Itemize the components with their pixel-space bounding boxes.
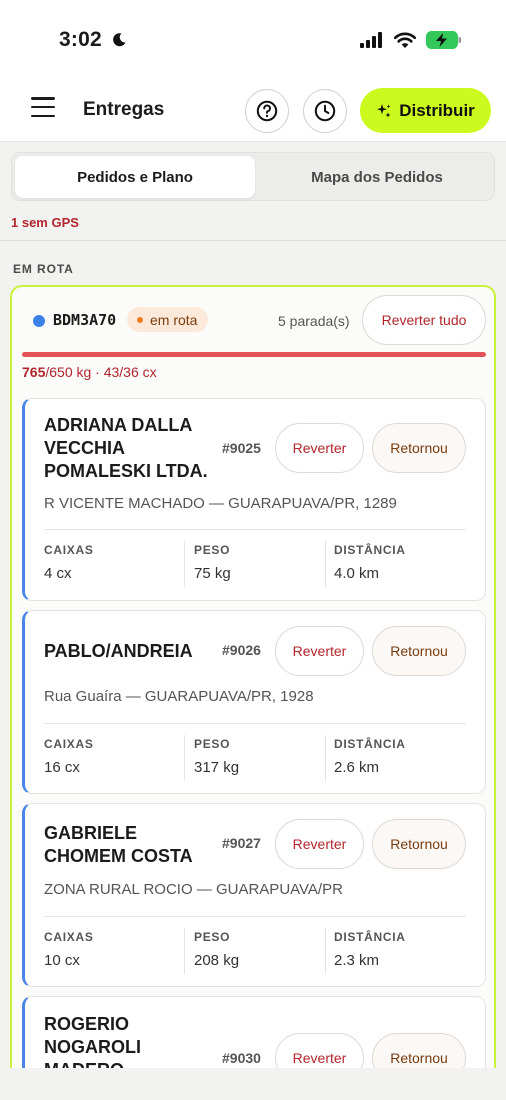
order-id: #9027: [222, 835, 261, 851]
stat-value: 317 kg: [194, 759, 240, 776]
status-time: 3:02: [59, 28, 127, 52]
order-address: R VICENTE MACHADO — GUARAPUAVA/PR, 1289: [44, 495, 397, 512]
bottom-bar: [0, 1068, 506, 1100]
retornou-button[interactable]: Retornou: [372, 423, 466, 473]
order-divider: [44, 723, 466, 724]
stat-value: 4 cx: [44, 565, 72, 582]
help-button[interactable]: [245, 89, 289, 133]
clock-text: 3:02: [59, 28, 102, 51]
tab-mapa-dos-pedidos[interactable]: Mapa dos Pedidos: [261, 156, 493, 198]
status-bar: 3:02: [0, 0, 506, 80]
order-id: #9025: [222, 440, 261, 456]
revert-all-button[interactable]: Reverter tudo: [362, 295, 486, 345]
stat-value: 2.3 km: [334, 952, 380, 969]
divider: [0, 240, 506, 241]
capacity-bar: [22, 352, 486, 357]
stat-caixas: CAIXAS 16 cx: [44, 737, 94, 776]
stat-caixas: CAIXAS 4 cx: [44, 543, 94, 582]
stat-value: 75 kg: [194, 565, 231, 582]
stat-value: 4.0 km: [334, 565, 380, 582]
history-button[interactable]: [303, 89, 347, 133]
stat-divider: [325, 541, 326, 587]
stat-label: PESO: [194, 737, 231, 751]
order-id: #9026: [222, 642, 261, 658]
wifi-icon: [393, 32, 417, 48]
stat-distancia: DISTÂNCIA 2.6 km: [334, 737, 406, 776]
reverter-button[interactable]: Reverter: [275, 626, 364, 676]
order-name: GABRIELE CHOMEM COSTA: [44, 823, 193, 866]
stat-divider: [184, 541, 185, 587]
order-card: ADRIANA DALLA VECCHIA POMALESKI LTDA. #9…: [22, 398, 486, 601]
gps-warning[interactable]: 1 sem GPS: [11, 215, 79, 230]
moon-icon: [113, 33, 126, 47]
reverter-button[interactable]: Reverter: [275, 819, 364, 869]
view-tabs: Pedidos e Plano Mapa dos Pedidos: [11, 152, 495, 201]
signal-icon: [360, 32, 382, 48]
page-title: Entregas: [83, 99, 165, 120]
status-icons: [360, 31, 462, 49]
order-id: #9030: [222, 1050, 261, 1066]
retornou-button[interactable]: Retornou: [372, 819, 466, 869]
section-label: EM ROTA: [13, 262, 74, 276]
route-color-dot: [33, 315, 45, 327]
order-card: PABLO/ANDREIA #9026 Reverter Retornou Ru…: [22, 610, 486, 794]
stat-value: 2.6 km: [334, 759, 380, 776]
capacity-text: 765/650 kg · 43/36 cx: [22, 364, 157, 380]
order-card: GABRIELE CHOMEM COSTA #9027 Reverter Ret…: [22, 803, 486, 987]
menu-icon[interactable]: [31, 97, 55, 117]
stat-value: 10 cx: [44, 952, 80, 969]
stat-label: CAIXAS: [44, 930, 94, 944]
order-divider: [44, 529, 466, 530]
stat-divider: [184, 735, 185, 781]
help-icon: [256, 100, 278, 122]
stat-distancia: DISTÂNCIA 2.3 km: [334, 930, 406, 969]
order-name: ROGERIO NOGAROLI MADERO: [44, 1014, 141, 1071]
vehicle-plate: BDM3A70: [53, 311, 117, 329]
order-address: ZONA RURAL ROCIO — GUARAPUAVA/PR: [44, 881, 343, 898]
stat-value: 16 cx: [44, 759, 80, 776]
stat-caixas: CAIXAS 10 cx: [44, 930, 94, 969]
stops-count: 5 parada(s): [278, 313, 350, 329]
status-badge: em rota: [127, 307, 209, 332]
capacity-rest: /650 kg · 43/36 cx: [45, 364, 157, 380]
sparkle-icon: [377, 103, 391, 117]
stat-value: 208 kg: [194, 952, 240, 969]
stat-divider: [325, 735, 326, 781]
stat-peso: PESO 208 kg: [194, 930, 239, 969]
stat-peso: PESO 75 kg: [194, 543, 231, 582]
retornou-button[interactable]: Retornou: [372, 626, 466, 676]
stat-label: CAIXAS: [44, 543, 94, 557]
order-address: Rua Guaíra — GUARAPUAVA/PR, 1928: [44, 688, 314, 705]
stat-peso: PESO 317 kg: [194, 737, 239, 776]
weight-used: 765: [22, 364, 46, 380]
app-header: Entregas Distribuir: [0, 80, 506, 142]
stat-divider: [325, 928, 326, 974]
status-dot: [137, 316, 143, 323]
stat-label: DISTÂNCIA: [334, 543, 406, 557]
stat-label: DISTÂNCIA: [334, 737, 406, 751]
stat-label: CAIXAS: [44, 737, 94, 751]
stat-label: PESO: [194, 543, 231, 557]
distribuir-label: Distribuir: [399, 100, 475, 120]
stat-divider: [184, 928, 185, 974]
battery-charging-icon: [426, 31, 461, 49]
clock-icon: [314, 100, 336, 122]
distribuir-button[interactable]: Distribuir: [360, 88, 491, 133]
order-name: PABLO/ANDREIA: [44, 641, 193, 661]
order-name: ADRIANA DALLA VECCHIA POMALESKI LTDA.: [44, 415, 208, 481]
stat-label: PESO: [194, 930, 231, 944]
reverter-button[interactable]: Reverter: [275, 423, 364, 473]
tab-pedidos-e-plano[interactable]: Pedidos e Plano: [15, 156, 255, 198]
status-text: em rota: [150, 311, 198, 328]
route-card: BDM3A70 em rota 5 parada(s) Reverter tud…: [10, 285, 496, 1100]
stat-distancia: DISTÂNCIA 4.0 km: [334, 543, 406, 582]
order-divider: [44, 916, 466, 917]
stat-label: DISTÂNCIA: [334, 930, 406, 944]
